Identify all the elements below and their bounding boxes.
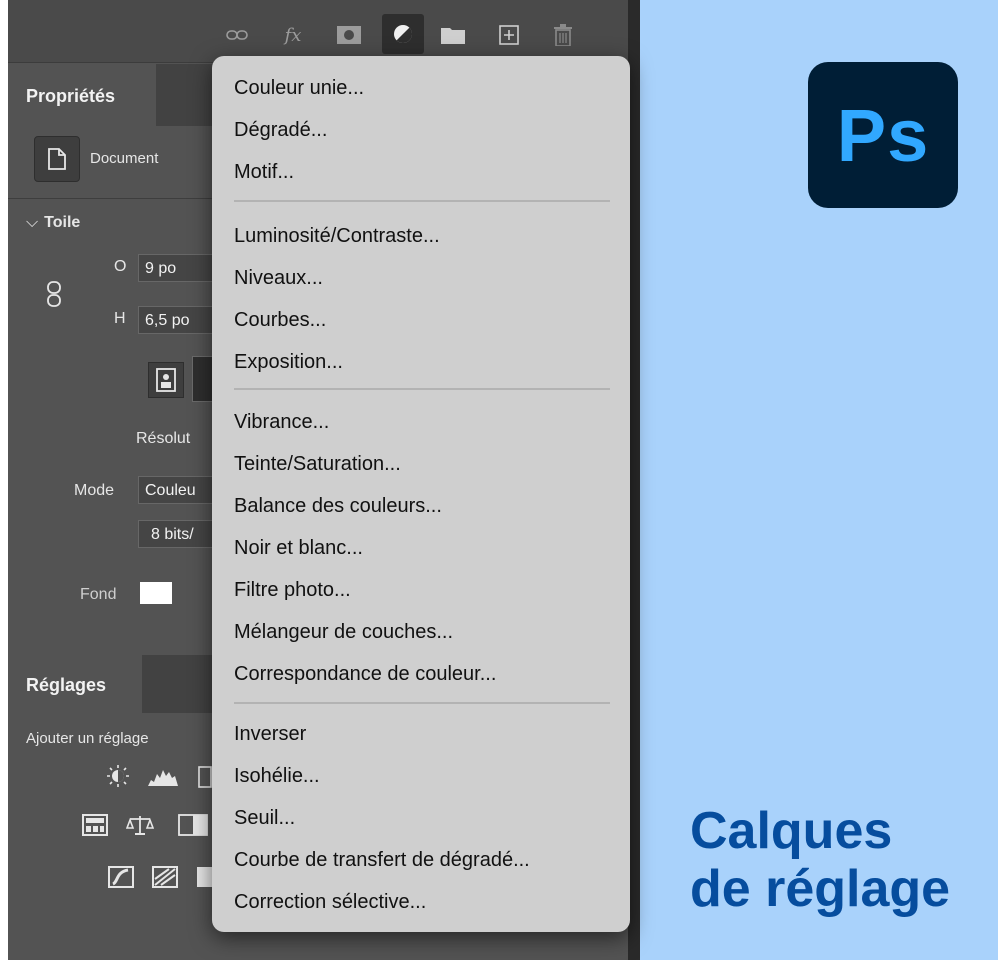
menu-separator [234, 200, 610, 202]
adjustment-layer-menu: Couleur unie... Dégradé... Motif... Lumi… [212, 56, 630, 932]
layers-toolbar: fx [8, 0, 628, 63]
menu-item-gradient-map[interactable]: Courbe de transfert de dégradé... [234, 842, 530, 878]
chevron-down-icon: ⌵ [26, 214, 39, 231]
menu-item-curves[interactable]: Courbes... [234, 302, 326, 338]
new-layer-icon[interactable] [494, 22, 524, 48]
title-line-1: Calques [690, 802, 893, 860]
menu-item-posterize[interactable]: Isohélie... [234, 758, 320, 794]
width-label: O [114, 258, 127, 275]
brightness-contrast-icon[interactable] [104, 764, 132, 788]
menu-item-gradient[interactable]: Dégradé... [234, 112, 327, 148]
menu-item-selective-color[interactable]: Correction sélective... [234, 884, 426, 920]
adjustment-layer-icon[interactable] [382, 14, 424, 54]
menu-item-color-balance[interactable]: Balance des couleurs... [234, 488, 442, 524]
logo-text: Ps [836, 93, 930, 177]
document-icon [48, 148, 66, 170]
invert-icon[interactable] [108, 866, 136, 890]
black-white-icon[interactable] [178, 814, 208, 838]
levels-icon[interactable] [148, 766, 178, 790]
folder-icon[interactable] [438, 22, 468, 48]
menu-item-levels[interactable]: Niveaux... [234, 260, 323, 296]
trash-icon[interactable] [548, 22, 578, 48]
resolution-label: Résolut [136, 430, 191, 447]
section-title: Toile [44, 214, 81, 231]
mask-icon[interactable] [334, 22, 364, 48]
menu-item-hue-saturation[interactable]: Teinte/Saturation... [234, 446, 401, 482]
section-canvas-header[interactable]: ⌵ Toile [26, 214, 80, 232]
menu-item-solid-color[interactable]: Couleur unie... [234, 70, 364, 106]
hue-saturation-icon[interactable] [82, 814, 110, 838]
add-adjustment-label: Ajouter un réglage [26, 730, 149, 747]
tab-adjustments[interactable]: Réglages [8, 655, 142, 715]
color-balance-icon[interactable] [125, 814, 155, 838]
menu-item-vibrance[interactable]: Vibrance... [234, 404, 329, 440]
menu-item-invert[interactable]: Inverser [234, 716, 306, 752]
menu-item-threshold[interactable]: Seuil... [234, 800, 295, 836]
title-line-2: de réglage [690, 860, 951, 918]
link-proportions-icon[interactable] [46, 280, 62, 314]
menu-item-exposure[interactable]: Exposition... [234, 344, 343, 380]
tab-properties[interactable]: Propriétés [8, 64, 156, 128]
fx-icon[interactable]: fx [278, 22, 308, 48]
menu-item-color-lookup[interactable]: Correspondance de couleur... [234, 656, 496, 692]
menu-item-black-white[interactable]: Noir et blanc... [234, 530, 363, 566]
photoshop-logo: Ps [808, 62, 958, 208]
menu-item-brightness-contrast[interactable]: Luminosité/Contraste... [234, 218, 440, 254]
portrait-orientation-button[interactable] [148, 362, 184, 398]
portrait-icon [156, 368, 176, 392]
posterize-icon[interactable] [152, 866, 180, 890]
background-color-swatch[interactable] [140, 582, 172, 604]
background-label: Fond [80, 586, 117, 603]
document-label: Document [90, 150, 159, 167]
menu-item-channel-mixer[interactable]: Mélangeur de couches... [234, 614, 453, 650]
height-label: H [114, 310, 126, 327]
menu-separator [234, 388, 610, 390]
link-icon[interactable] [222, 22, 252, 48]
menu-item-photo-filter[interactable]: Filtre photo... [234, 572, 351, 608]
menu-separator [234, 702, 610, 704]
menu-item-pattern[interactable]: Motif... [234, 154, 294, 190]
mode-label: Mode [74, 482, 115, 499]
document-button[interactable] [34, 136, 80, 182]
